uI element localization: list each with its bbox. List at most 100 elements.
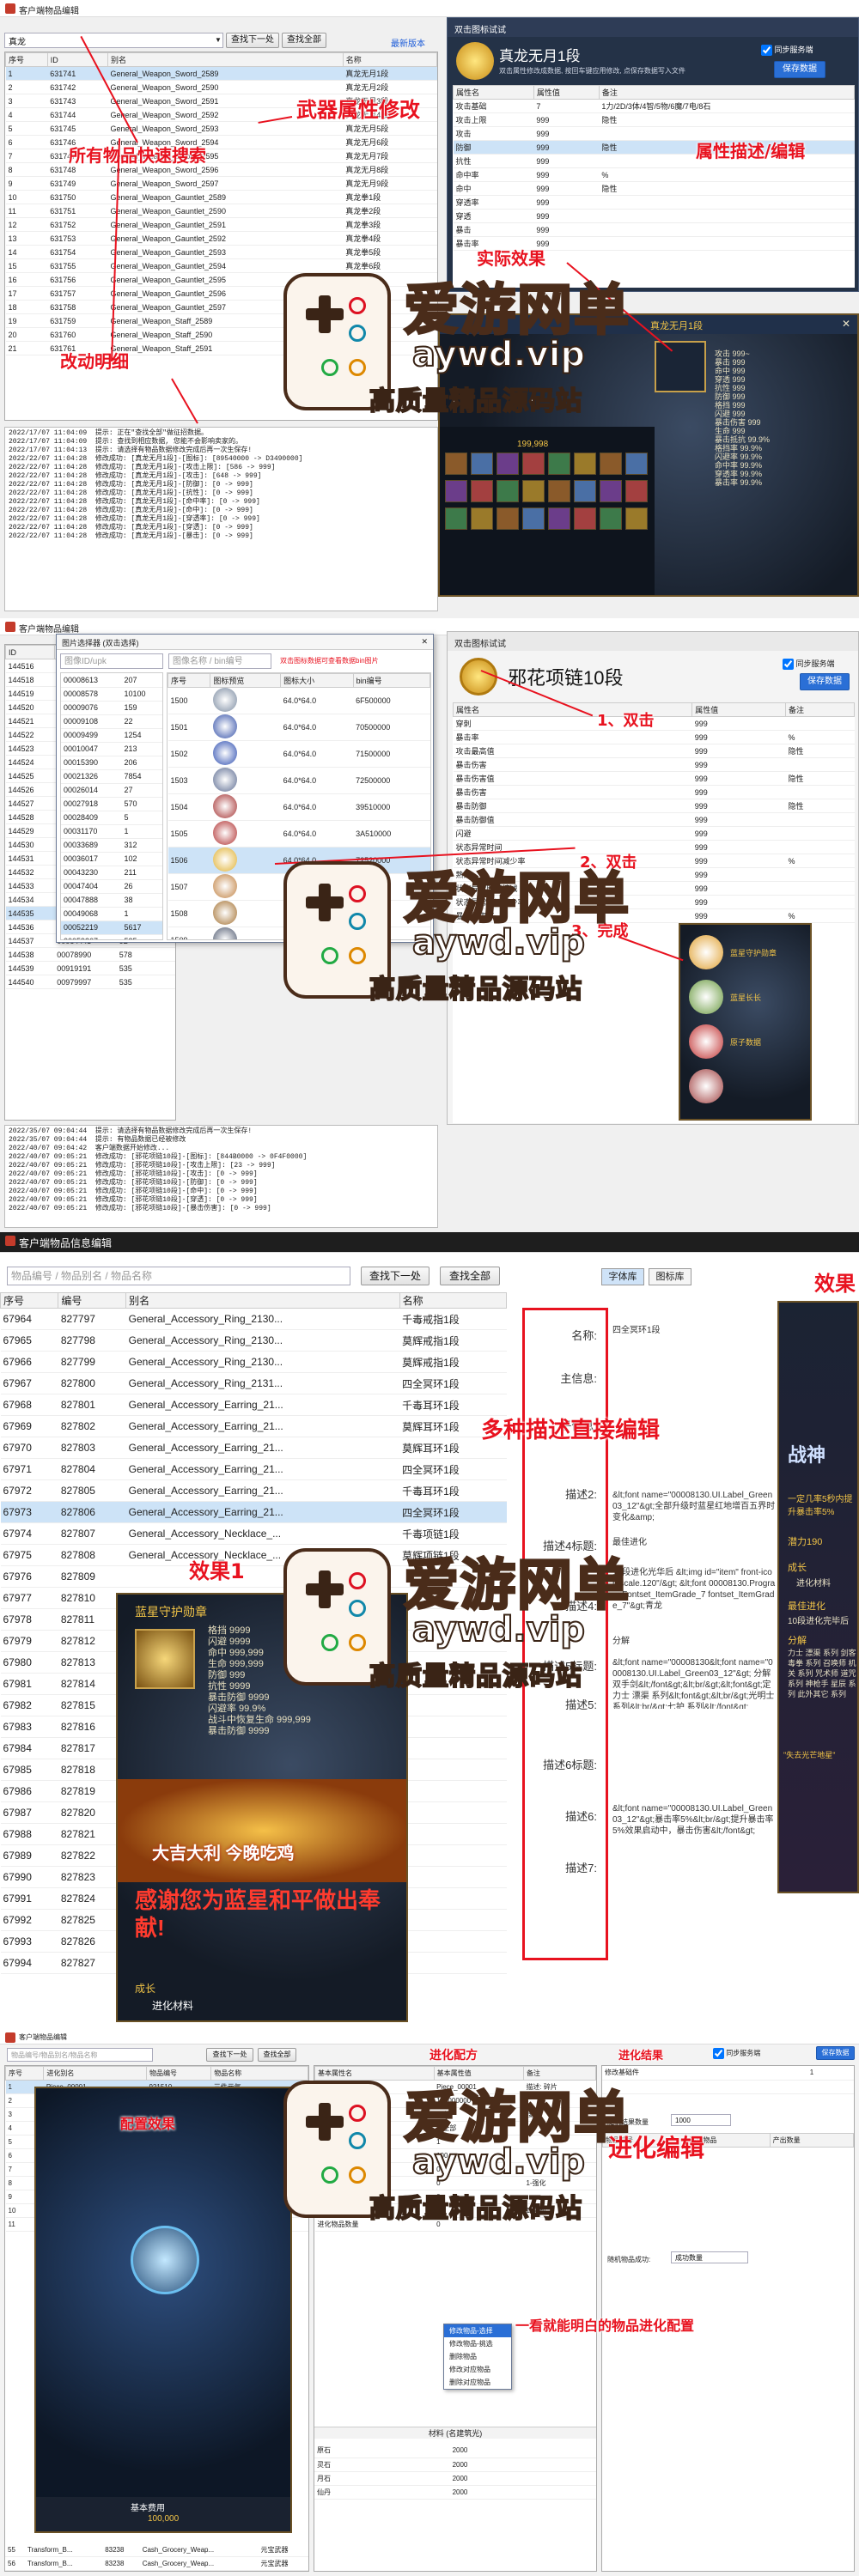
- field-value-desc2[interactable]: &lt;font name="00008130.UI.Label_Green03…: [612, 1490, 776, 1523]
- save-button[interactable]: 保存数据: [774, 61, 825, 78]
- table-row[interactable]: 穿透率 999: [453, 195, 855, 210]
- table-row[interactable]: 暴击防御值 999: [453, 812, 855, 827]
- table-row[interactable]: 1 631741 General_Weapon_Sword_2589 真龙无月1段: [5, 66, 437, 81]
- column-header[interactable]: 编号: [58, 1292, 127, 1309]
- column-header[interactable]: 序号: [0, 1292, 59, 1309]
- table-row[interactable]: 攻击最高值 999 隐性: [453, 744, 855, 758]
- inventory-slot[interactable]: [471, 480, 493, 502]
- inventory-slot[interactable]: [548, 453, 570, 475]
- search-input[interactable]: [7, 2048, 153, 2062]
- inventory-slot[interactable]: [574, 480, 596, 502]
- picker-row[interactable]: 00028409 5: [61, 811, 162, 825]
- table-row[interactable]: 67969 827802 General_Accessory_Earring_21.…: [0, 1415, 507, 1437]
- inventory-slot[interactable]: [600, 507, 622, 530]
- table-row[interactable]: 原石 2000: [314, 2444, 596, 2458]
- picker-row[interactable]: 00049068 1: [61, 907, 162, 921]
- find-next-button[interactable]: 查找下一处: [206, 2048, 253, 2062]
- table-row[interactable]: 67966 827799 General_Accessory_Ring_2130..…: [0, 1351, 507, 1373]
- column-header[interactable]: 名称: [399, 1292, 507, 1309]
- picker-row[interactable]: 00027918 570: [61, 797, 162, 811]
- column-header[interactable]: 产出数量: [769, 2133, 854, 2148]
- table-row[interactable]: 暴击率 999%: [453, 730, 855, 744]
- inventory-slot[interactable]: [445, 453, 467, 475]
- column-header[interactable]: 属性名: [453, 85, 534, 100]
- search-input[interactable]: [4, 33, 223, 48]
- table-row[interactable]: 144539 00919191 535: [5, 961, 175, 975]
- picker-row[interactable]: 00031170 1: [61, 824, 162, 839]
- picker-row[interactable]: 00021326 7854: [61, 769, 162, 784]
- inventory-slot[interactable]: [574, 507, 596, 530]
- icon-row[interactable]: 1504 64.0*64.0 39510000: [168, 793, 430, 821]
- inventory-slot[interactable]: [625, 507, 648, 530]
- picker-row[interactable]: 00010047 213: [61, 742, 162, 756]
- picker-row[interactable]: 00047404 26: [61, 879, 162, 894]
- table-row[interactable]: 55 Transform_B... 83238 Cash_Grocery_Weap..…: [5, 2543, 308, 2557]
- picker-row[interactable]: 00036017 102: [61, 852, 162, 866]
- column-header[interactable]: 备注: [785, 702, 855, 717]
- random-input[interactable]: [671, 2114, 731, 2126]
- column-header[interactable]: 图标大小: [280, 673, 354, 688]
- picker-filter-input[interactable]: [168, 653, 271, 669]
- find-next-button[interactable]: 查找下一处: [361, 1267, 430, 1285]
- table-row[interactable]: 暴击 999: [453, 222, 855, 237]
- column-header[interactable]: ID: [46, 52, 109, 67]
- table-row[interactable]: 12 631752 General_Weapon_Gauntlet_2591 真龙拳3…: [5, 217, 437, 232]
- sync-checkbox[interactable]: 同步服务端: [783, 658, 835, 671]
- column-header[interactable]: 属性值: [691, 702, 786, 717]
- picker-row[interactable]: 00052219 5617: [61, 920, 162, 935]
- inventory-slot[interactable]: [445, 507, 467, 530]
- column-header[interactable]: 备注: [598, 85, 855, 100]
- table-row[interactable]: 命中率 999%: [453, 167, 855, 182]
- context-menu-item[interactable]: 修改物品-挑选: [444, 2337, 511, 2350]
- picker-row[interactable]: 00015390 206: [61, 756, 162, 770]
- column-header[interactable]: 别名: [125, 1292, 400, 1309]
- icon-row[interactable]: 1500 64.0*64.0 6F500000: [168, 687, 430, 714]
- table-row[interactable]: 攻击基础 7 1力/2D/3体/4智/5物/6魔/7电/8石: [453, 99, 855, 113]
- column-header[interactable]: 序号: [5, 2066, 45, 2081]
- column-header[interactable]: 属性名: [453, 702, 693, 717]
- inventory-slot[interactable]: [548, 507, 570, 530]
- latest-update-link[interactable]: 最新版本: [391, 36, 425, 49]
- table-row[interactable]: 67971 827804 General_Accessory_Earring_21.…: [0, 1458, 507, 1480]
- search-input[interactable]: [7, 1267, 350, 1285]
- inventory-slot[interactable]: [600, 453, 622, 475]
- table-row[interactable]: 67973 827806 General_Accessory_Earring_21.…: [0, 1501, 507, 1523]
- table-row[interactable]: 攻击上限 999 隐性: [453, 112, 855, 127]
- picker-row[interactable]: 00008613 207: [61, 673, 162, 688]
- picker-row[interactable]: 00033689 312: [61, 838, 162, 853]
- sync-checkbox[interactable]: 同步服务端: [713, 2048, 760, 2059]
- column-header[interactable]: 序号: [168, 673, 211, 688]
- column-header[interactable]: 属性值: [533, 85, 600, 100]
- picker-row[interactable]: 00008578 10100: [61, 687, 162, 702]
- table-row[interactable]: 144538 00078990 578: [5, 947, 175, 962]
- field-value-desc7[interactable]: &lt;font name="00008130.UI.Label_Green03…: [612, 1803, 776, 1837]
- find-all-button[interactable]: 查找全部: [282, 33, 326, 48]
- picker-row[interactable]: 00026014 27: [61, 783, 162, 798]
- column-header[interactable]: 名称: [342, 52, 437, 67]
- tab-font-lib[interactable]: 字体库: [601, 1268, 644, 1285]
- inventory-slot[interactable]: [471, 453, 493, 475]
- column-header[interactable]: bin编号: [352, 673, 430, 688]
- inventory-slot[interactable]: [445, 480, 467, 502]
- necklace-icon[interactable]: [460, 658, 497, 696]
- icon-row[interactable]: 1501 64.0*64.0 70500000: [168, 714, 430, 741]
- table-row[interactable]: 67964 827797 General_Accessory_Ring_2130..…: [0, 1308, 507, 1330]
- table-row[interactable]: 仙丹 2000: [314, 2485, 596, 2500]
- context-menu-item[interactable]: 修改物品-选择: [444, 2324, 511, 2337]
- picker-row[interactable]: 00009076 159: [61, 701, 162, 715]
- close-icon[interactable]: ✕: [421, 637, 428, 647]
- column-header[interactable]: 图标预览: [210, 673, 282, 688]
- table-row[interactable]: 9 631749 General_Weapon_Sword_2597 真龙无月9段: [5, 176, 437, 191]
- fail-input[interactable]: [671, 2251, 748, 2263]
- inventory-slot[interactable]: [497, 480, 519, 502]
- table-row[interactable]: 14 631754 General_Weapon_Gauntlet_2593 真龙拳5…: [5, 245, 437, 259]
- picker-search-input[interactable]: [60, 653, 163, 669]
- context-menu-item[interactable]: 删除物品: [444, 2350, 511, 2363]
- tab-icon-lib[interactable]: 图标库: [649, 1268, 691, 1285]
- inventory-slot[interactable]: [522, 480, 545, 502]
- picker-row[interactable]: 00047888 38: [61, 893, 162, 908]
- inventory-slot[interactable]: [471, 507, 493, 530]
- table-row[interactable]: 闪避 999: [453, 826, 855, 841]
- column-header[interactable]: 序号: [5, 52, 48, 67]
- table-row[interactable]: 穿透 999: [453, 209, 855, 223]
